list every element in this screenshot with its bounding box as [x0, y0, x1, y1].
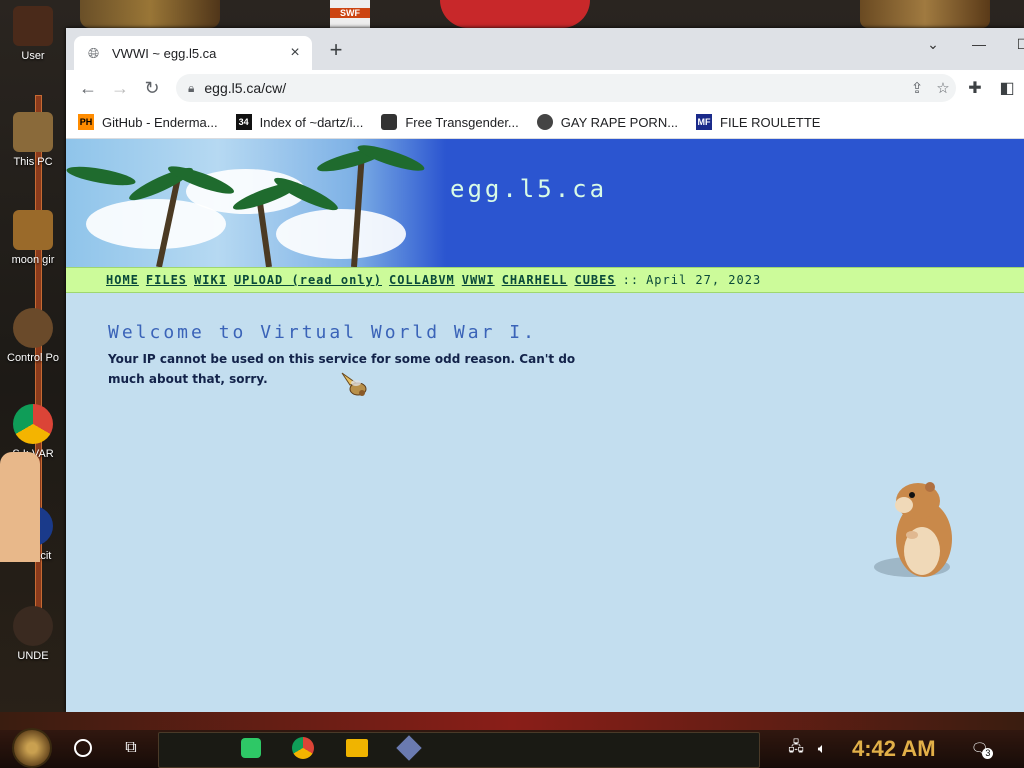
share-icon[interactable]: ⇪ [904, 79, 930, 97]
skull-icon [13, 606, 53, 646]
notification-center-button[interactable]: 🗨︎ 3 [970, 732, 994, 764]
chrome-icon [13, 404, 53, 444]
taskbar: ⧉ 🖧︎ 🔈︎ 4:42 AM 🗨︎ 3 [0, 712, 1024, 768]
site-banner: egg.l5.ca [66, 139, 1024, 268]
nav-link-cubes[interactable]: CUBES [574, 273, 615, 287]
taskbar-clock[interactable]: 4:42 AM [852, 736, 936, 762]
bookmark-label: GAY RAPE PORN... [560, 114, 679, 130]
bee-cursor-icon [341, 372, 367, 396]
steampunk-orb-icon [12, 728, 52, 768]
desktop-icon-label: User [21, 50, 45, 62]
globe-icon: 🌐︎ [88, 45, 100, 61]
taskbar-decoration-strip [0, 712, 1024, 730]
start-button[interactable] [8, 728, 56, 768]
nav-link-collabvm[interactable]: COLLABVM [389, 273, 455, 287]
bookmark-gay-rape[interactable]: GAY RAPE PORN... [536, 114, 679, 130]
mf-favicon-icon: MF [696, 114, 713, 130]
desktop-icon-this-pc[interactable]: This PC [0, 112, 66, 168]
address-bar[interactable]: 🔒︎ egg.l5.ca/cw/ ⇪ ☆ [176, 74, 956, 102]
notification-count: 3 [982, 747, 994, 759]
desktop-icon-user[interactable]: User [0, 6, 66, 62]
network-icon[interactable]: 🖧︎ [786, 732, 806, 764]
new-tab-button[interactable]: + [324, 39, 348, 63]
taskbar-app-virtualbox[interactable] [394, 732, 424, 764]
folder-icon [13, 210, 53, 250]
reload-button[interactable]: ↻ [140, 76, 164, 100]
forward-button[interactable]: → [108, 76, 132, 100]
notes-icon [241, 738, 261, 758]
tab-title: VWWI ~ egg.l5.ca [112, 45, 217, 61]
task-view-button[interactable]: ⧉ [116, 732, 146, 764]
browser-window: 🌐︎ VWWI ~ egg.l5.ca × + ⌄ — ☐ ← → ↻ 🔒︎ e… [66, 28, 1024, 712]
red-ball-decoration [440, 0, 590, 28]
desktop-icon-unde[interactable]: UNDE [0, 606, 66, 662]
url-text: egg.l5.ca/cw/ [204, 80, 287, 96]
bookmark-free-transgender[interactable]: Free Transgender... [381, 114, 519, 130]
folder-icon [346, 739, 368, 757]
star-icon[interactable]: ☆ [930, 79, 956, 97]
search-circle-button[interactable] [68, 732, 98, 764]
swf-icon: SWF [330, 0, 370, 28]
nav-link-files[interactable]: FILES [146, 273, 187, 287]
desktop-icon-label: moon gir [11, 254, 55, 266]
taskbar-app-file-explorer[interactable] [342, 732, 372, 764]
bookmarks-bar: PH GitHub - Enderma... 34 Index of ~dart… [66, 106, 1024, 139]
steampunk-gear-decoration [860, 0, 990, 28]
tab-vwwi[interactable]: 🌐︎ VWWI ~ egg.l5.ca × [74, 36, 312, 70]
bookmark-index-of-dartz[interactable]: 34 Index of ~dartz/i... [235, 114, 364, 130]
bookmark-github[interactable]: PH GitHub - Enderma... [78, 114, 218, 130]
page-headline: Welcome to Virtual World War I. [108, 322, 537, 343]
desktop-icon-moon-gir[interactable]: moon gir [0, 210, 66, 266]
hamster-animation [874, 482, 952, 577]
web-page: egg.l5.ca HOME FILES WIKI UPLOAD (read o… [66, 139, 1024, 712]
user-folder-icon [13, 6, 53, 46]
nav-link-upload[interactable]: UPLOAD (read only) [234, 273, 382, 287]
computer-icon [13, 112, 53, 152]
lock-icon: 🔒︎ [188, 80, 195, 95]
nav-link-charhell[interactable]: CHARHELL [502, 273, 568, 287]
desktop-icon-control-panel[interactable]: Control Po [0, 308, 66, 364]
site-title: egg.l5.ca [450, 175, 608, 203]
nav-date: April 27, 2023 [646, 273, 762, 287]
bookmark-file-roulette[interactable]: MF FILE ROULETTE [696, 114, 820, 130]
34-favicon-icon: 34 [235, 114, 252, 130]
virtualbox-cube-icon [396, 735, 422, 761]
side-panel-icon[interactable]: ◧ [996, 78, 1018, 98]
browser-toolbar: ← → ↻ 🔒︎ egg.l5.ca/cw/ ⇪ ☆ ✚ ◧ [66, 70, 1024, 106]
taskbar-app-chrome[interactable] [288, 732, 318, 764]
pornhub-favicon-icon: PH [78, 114, 94, 130]
tab-close-icon[interactable]: × [286, 44, 304, 62]
desktop-top-decoration [80, 0, 220, 28]
control-panel-icon [13, 308, 53, 348]
chevron-down-icon[interactable]: ⌄ [918, 36, 948, 53]
bookmark-label: Index of ~dartz/i... [259, 114, 364, 130]
extensions-puzzle-icon[interactable]: ✚ [964, 78, 986, 98]
maximize-button[interactable]: ☐ [1008, 36, 1024, 53]
bookmark-label: Free Transgender... [405, 114, 519, 130]
desktop-icon-label: Control Po [7, 352, 59, 364]
site-nav: HOME FILES WIKI UPLOAD (read only) COLLA… [66, 267, 1024, 293]
globe-favicon-icon [536, 114, 553, 130]
nav-link-home[interactable]: HOME [106, 273, 139, 287]
bookmark-label: GitHub - Enderma... [102, 114, 218, 130]
nav-link-vwwi[interactable]: VWWI [462, 273, 495, 287]
nav-link-wiki[interactable]: WIKI [194, 273, 227, 287]
taskbar-app-notes[interactable] [236, 732, 266, 764]
cartoon-character-decoration [0, 452, 40, 562]
desktop-icon-label: UNDE [17, 650, 49, 662]
tab-bar: 🌐︎ VWWI ~ egg.l5.ca × + ⌄ — ☐ [66, 28, 1024, 70]
minimize-button[interactable]: — [964, 36, 994, 52]
nav-separator: :: [622, 273, 640, 287]
volume-muted-icon[interactable]: 🔈︎ [812, 732, 832, 764]
back-button[interactable]: ← [76, 76, 100, 100]
dice-favicon-icon [381, 114, 398, 130]
chrome-icon [292, 737, 314, 759]
bookmark-label: FILE ROULETTE [720, 114, 821, 130]
desktop-icon-label: This PC [13, 156, 53, 168]
task-view-icon: ⧉ [125, 739, 137, 756]
search-circle-icon [74, 739, 92, 757]
palm-trees-image [66, 139, 446, 268]
